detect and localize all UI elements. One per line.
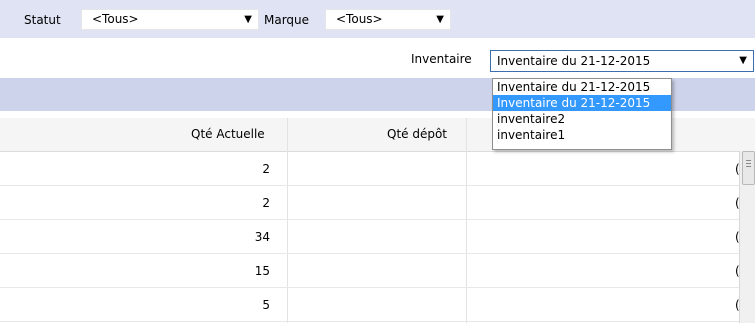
- qte-actuelle-cell: 5: [262, 298, 270, 312]
- grip-line: [746, 163, 751, 164]
- column-header-qte-depot[interactable]: Qté dépôt: [387, 127, 447, 141]
- qte-actuelle-cell: 15: [254, 264, 270, 278]
- statut-label: Statut: [24, 13, 61, 27]
- dropdown-option-selected[interactable]: Inventaire du 21-12-2015: [493, 95, 671, 111]
- dropdown-option[interactable]: Inventaire du 21-12-2015: [493, 79, 671, 95]
- chevron-down-icon: ▼: [244, 14, 252, 25]
- chevron-down-icon: ▼: [739, 55, 747, 66]
- column-header-qte-actuelle[interactable]: Qté Actuelle: [191, 127, 265, 141]
- qte-actuelle-cell: 2: [262, 196, 270, 210]
- dropdown-option[interactable]: inventaire1: [493, 127, 671, 143]
- table-row[interactable]: 5 (: [0, 287, 740, 322]
- grip-line: [746, 160, 751, 161]
- qte-actuelle-cell: 34: [254, 230, 270, 244]
- inventaire-select[interactable]: Inventaire du 21-12-2015 ▼: [490, 50, 754, 72]
- table-row[interactable]: 2 (: [0, 151, 740, 186]
- table-row[interactable]: 2 (: [0, 185, 740, 220]
- chevron-down-icon: ▼: [436, 14, 444, 25]
- statut-select[interactable]: <Tous> ▼: [81, 9, 259, 30]
- qte-actuelle-cell: 2: [262, 162, 270, 176]
- table-row[interactable]: 15 (: [0, 253, 740, 288]
- grip-line: [746, 166, 751, 167]
- dropdown-option[interactable]: inventaire2: [493, 111, 671, 127]
- inventaire-label: Inventaire: [411, 52, 472, 66]
- marque-label: Marque: [264, 13, 310, 27]
- marque-value: <Tous>: [336, 12, 383, 26]
- inventaire-dropdown-list[interactable]: Inventaire du 21-12-2015 Inventaire du 2…: [492, 78, 672, 150]
- filter-bar: Statut <Tous> ▼ Marque <Tous> ▼: [0, 0, 755, 38]
- table-row[interactable]: 34 (: [0, 219, 740, 254]
- marque-select[interactable]: <Tous> ▼: [325, 9, 451, 30]
- scrollbar-thumb[interactable]: [742, 151, 755, 185]
- vertical-scrollbar[interactable]: [739, 151, 755, 323]
- statut-value: <Tous>: [92, 12, 139, 26]
- inventaire-value: Inventaire du 21-12-2015: [497, 54, 651, 68]
